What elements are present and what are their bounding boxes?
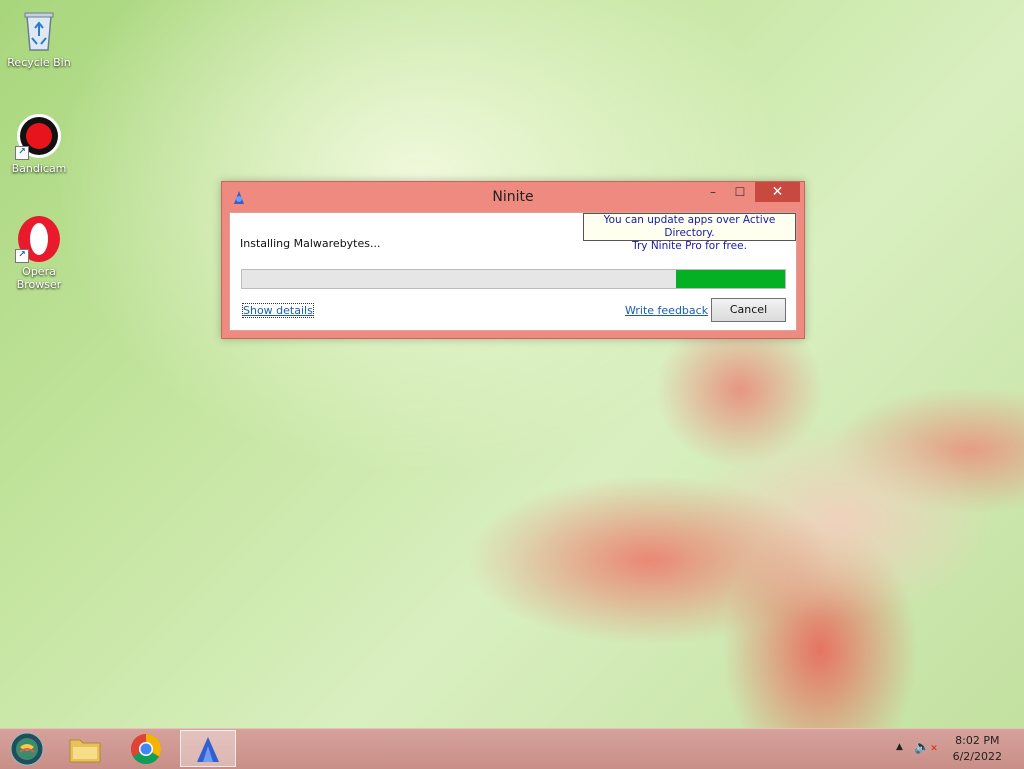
desktop-icon-bandicam[interactable]: ↗ Bandicam — [3, 112, 75, 175]
shortcut-arrow-icon: ↗ — [15, 146, 29, 160]
install-status: Installing Malwarebytes... — [240, 237, 381, 250]
close-button[interactable]: ✕ — [755, 182, 800, 202]
clock-time: 8:02 PM — [955, 734, 1000, 747]
recycle-bin-icon — [15, 6, 63, 54]
title-bar[interactable]: Ninite – ☐ ✕ — [222, 182, 804, 212]
taskbar-ninite[interactable] — [180, 730, 236, 767]
progress-fill — [676, 270, 785, 288]
bandicam-icon: ↗ — [15, 112, 63, 160]
ninite-taskbar-icon — [197, 736, 219, 762]
start-button[interactable] — [4, 730, 50, 767]
taskbar-chrome[interactable] — [118, 730, 174, 767]
progress-bar — [241, 269, 786, 289]
ninite-window: Ninite – ☐ ✕ You can update apps over Ac… — [221, 181, 805, 339]
taskbar: ▲ 🔈✕ 8:02 PM 6/2/2022 — [0, 728, 1024, 769]
cancel-button[interactable]: Cancel — [711, 298, 786, 322]
show-details-link[interactable]: Show details — [242, 303, 314, 318]
system-tray: ▲ 🔈✕ 8:02 PM 6/2/2022 — [894, 729, 1024, 769]
maximize-button[interactable]: ☐ — [727, 182, 753, 202]
minimize-button[interactable]: – — [700, 182, 726, 202]
shortcut-arrow-icon: ↗ — [15, 249, 29, 263]
ninite-pro-promo[interactable]: You can update apps over Active Director… — [583, 213, 796, 252]
promo-line-1: You can update apps over Active Director… — [603, 214, 776, 239]
desktop-icon-opera[interactable]: ↗ Opera Browser — [3, 215, 75, 291]
clock-date: 6/2/2022 — [952, 750, 1002, 763]
desktop-icon-label: Opera Browser — [16, 265, 62, 291]
show-hidden-icons-icon[interactable]: ▲ — [896, 742, 903, 752]
taskbar-file-explorer[interactable] — [57, 730, 113, 767]
opera-icon: ↗ — [15, 215, 63, 263]
volume-muted-icon[interactable]: 🔈✕ — [914, 740, 938, 755]
clock[interactable]: 8:02 PM 6/2/2022 — [953, 733, 1002, 765]
chrome-icon — [130, 733, 162, 764]
promo-line-2: Try Ninite Pro for free. — [632, 240, 747, 252]
desktop-icon-label: Bandicam — [11, 162, 67, 175]
folder-icon — [69, 739, 101, 762]
write-feedback-link[interactable]: Write feedback — [625, 304, 708, 317]
start-orb-icon — [10, 732, 44, 765]
desktop-icon-recycle-bin[interactable]: Recycle Bin — [3, 6, 75, 69]
desktop-icon-label: Recycle Bin — [7, 56, 71, 69]
window-client-area: You can update apps over Active Director… — [229, 212, 797, 331]
